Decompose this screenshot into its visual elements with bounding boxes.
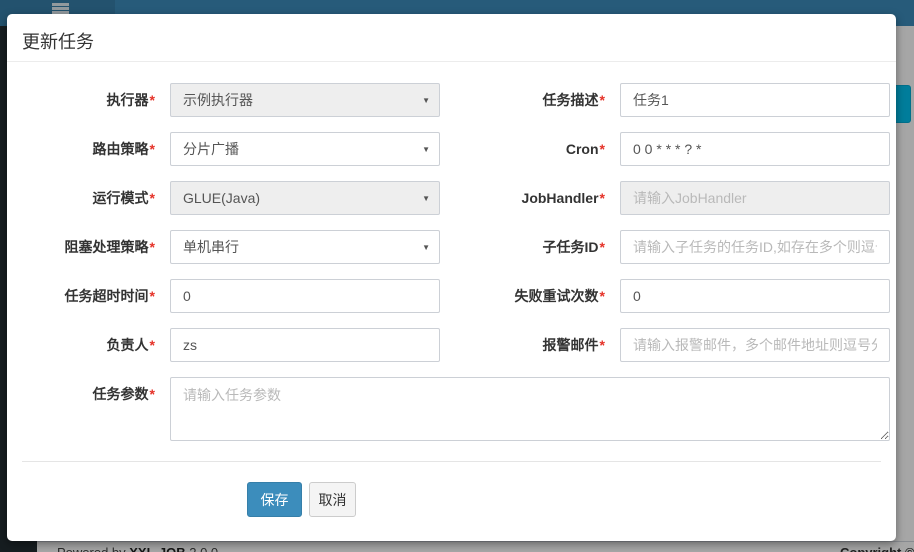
footer-divider xyxy=(22,461,881,462)
job-param-label: 任务参数* xyxy=(7,377,155,411)
job-description-label: 任务描述* xyxy=(457,83,605,117)
field-cron: Cron* xyxy=(457,132,897,166)
chevron-down-icon: ▼ xyxy=(422,84,430,117)
route-strategy-select[interactable]: 分片广播▼ xyxy=(170,132,440,166)
executor-label: 执行器* xyxy=(7,83,155,117)
fail-retry-count-label: 失败重试次数* xyxy=(457,279,605,313)
field-job-param: 任务参数* xyxy=(7,377,447,441)
cron-label: Cron* xyxy=(457,132,605,166)
field-alarm-email: 报警邮件* xyxy=(457,328,897,362)
glue-type-label: 运行模式* xyxy=(7,181,155,215)
executor-select[interactable]: 示例执行器▼ xyxy=(170,83,440,117)
job-param-textarea[interactable] xyxy=(170,377,890,441)
field-fail-retry-count: 失败重试次数* xyxy=(457,279,897,313)
field-timeout: 任务超时时间* xyxy=(7,279,447,313)
field-jobhandler: JobHandler* xyxy=(457,181,897,215)
cancel-button[interactable]: 取消 xyxy=(309,482,356,517)
block-strategy-label: 阻塞处理策略* xyxy=(7,230,155,264)
jobhandler-input[interactable] xyxy=(620,181,890,215)
glue-type-select[interactable]: GLUE(Java)▼ xyxy=(170,181,440,215)
chevron-down-icon: ▼ xyxy=(422,133,430,166)
job-description-input[interactable] xyxy=(620,83,890,117)
chevron-down-icon: ▼ xyxy=(422,182,430,215)
timeout-label: 任务超时时间* xyxy=(7,279,155,313)
fail-retry-count-input[interactable] xyxy=(620,279,890,313)
child-jobid-label: 子任务ID* xyxy=(457,230,605,264)
cron-input[interactable] xyxy=(620,132,890,166)
field-executor: 执行器* 示例执行器▼ xyxy=(7,83,447,117)
update-task-modal: 更新任务 执行器* 示例执行器▼ 任务描述* 路由策略* 分片广播▼ Cron*… xyxy=(7,14,896,541)
timeout-input[interactable] xyxy=(170,279,440,313)
author-input[interactable] xyxy=(170,328,440,362)
field-glue-type: 运行模式* GLUE(Java)▼ xyxy=(7,181,447,215)
author-label: 负责人* xyxy=(7,328,155,362)
save-button[interactable]: 保存 xyxy=(247,482,302,517)
child-jobid-input[interactable] xyxy=(620,230,890,264)
field-route-strategy: 路由策略* 分片广播▼ xyxy=(7,132,447,166)
route-strategy-label: 路由策略* xyxy=(7,132,155,166)
chevron-down-icon: ▼ xyxy=(422,231,430,264)
modal-title: 更新任务 xyxy=(22,32,94,52)
block-strategy-select[interactable]: 单机串行▼ xyxy=(170,230,440,264)
field-block-strategy: 阻塞处理策略* 单机串行▼ xyxy=(7,230,447,264)
modal-header: 更新任务 xyxy=(7,14,896,62)
field-job-description: 任务描述* xyxy=(457,83,897,117)
alarm-email-input[interactable] xyxy=(620,328,890,362)
field-author: 负责人* xyxy=(7,328,447,362)
alarm-email-label: 报警邮件* xyxy=(457,328,605,362)
field-child-jobid: 子任务ID* xyxy=(457,230,897,264)
jobhandler-label: JobHandler* xyxy=(457,181,605,215)
